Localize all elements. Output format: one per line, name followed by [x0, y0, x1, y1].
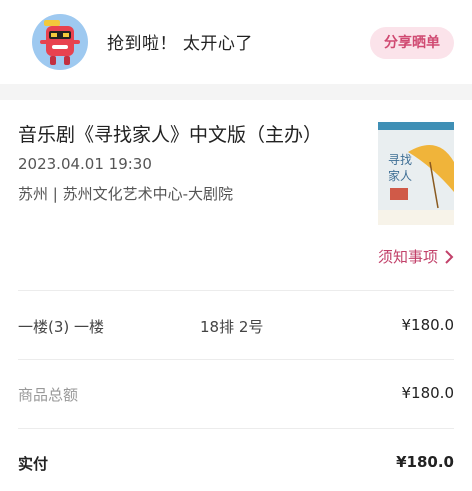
divider — [18, 428, 454, 429]
paid-row: 实付 ¥180.0 — [18, 453, 454, 477]
ticket-area: 一楼(3) 一楼 — [18, 318, 105, 336]
divider — [18, 290, 454, 291]
event-title[interactable]: 音乐剧《寻找家人》中文版（主办） — [18, 120, 322, 147]
ticket-price: ¥180.0 — [401, 316, 455, 334]
notice-label: 须知事项 — [377, 248, 438, 266]
goods-total-row: 商品总额 ¥180.0 — [18, 384, 454, 408]
ticket-seat: 18排 2号 — [200, 318, 264, 336]
order-status-header: 抢到啦！ 太开心了 分享晒单 — [0, 0, 472, 84]
order-card: 音乐剧《寻找家人》中文版（主办） 2023.04.01 19:30 苏州 | 苏… — [0, 100, 472, 491]
event-datetime: 2023.04.01 19:30 — [18, 155, 152, 173]
svg-text:家人: 家人 — [388, 168, 412, 183]
goods-total-amount: ¥180.0 — [401, 384, 455, 402]
svg-text:寻找: 寻找 — [388, 153, 412, 167]
divider — [18, 359, 454, 360]
ticket-row: 一楼(3) 一楼 18排 2号 ¥180.0 — [18, 316, 454, 340]
goods-total-label: 商品总额 — [18, 386, 79, 404]
event-venue: 苏州 | 苏州文化艺术中心-大剧院 — [18, 185, 234, 203]
purchase-success-text: 抢到啦！ 太开心了 — [107, 34, 253, 54]
event-poster[interactable]: 寻找 家人 — [378, 122, 454, 225]
chevron-right-icon — [445, 249, 454, 264]
paid-label: 实付 — [18, 455, 49, 473]
section-gap — [0, 84, 472, 100]
share-order-button[interactable]: 分享晒单 — [370, 27, 454, 59]
paid-amount: ¥180.0 — [396, 453, 454, 471]
mascot-avatar-icon — [32, 14, 88, 70]
notice-link[interactable]: 须知事项 — [378, 246, 454, 267]
